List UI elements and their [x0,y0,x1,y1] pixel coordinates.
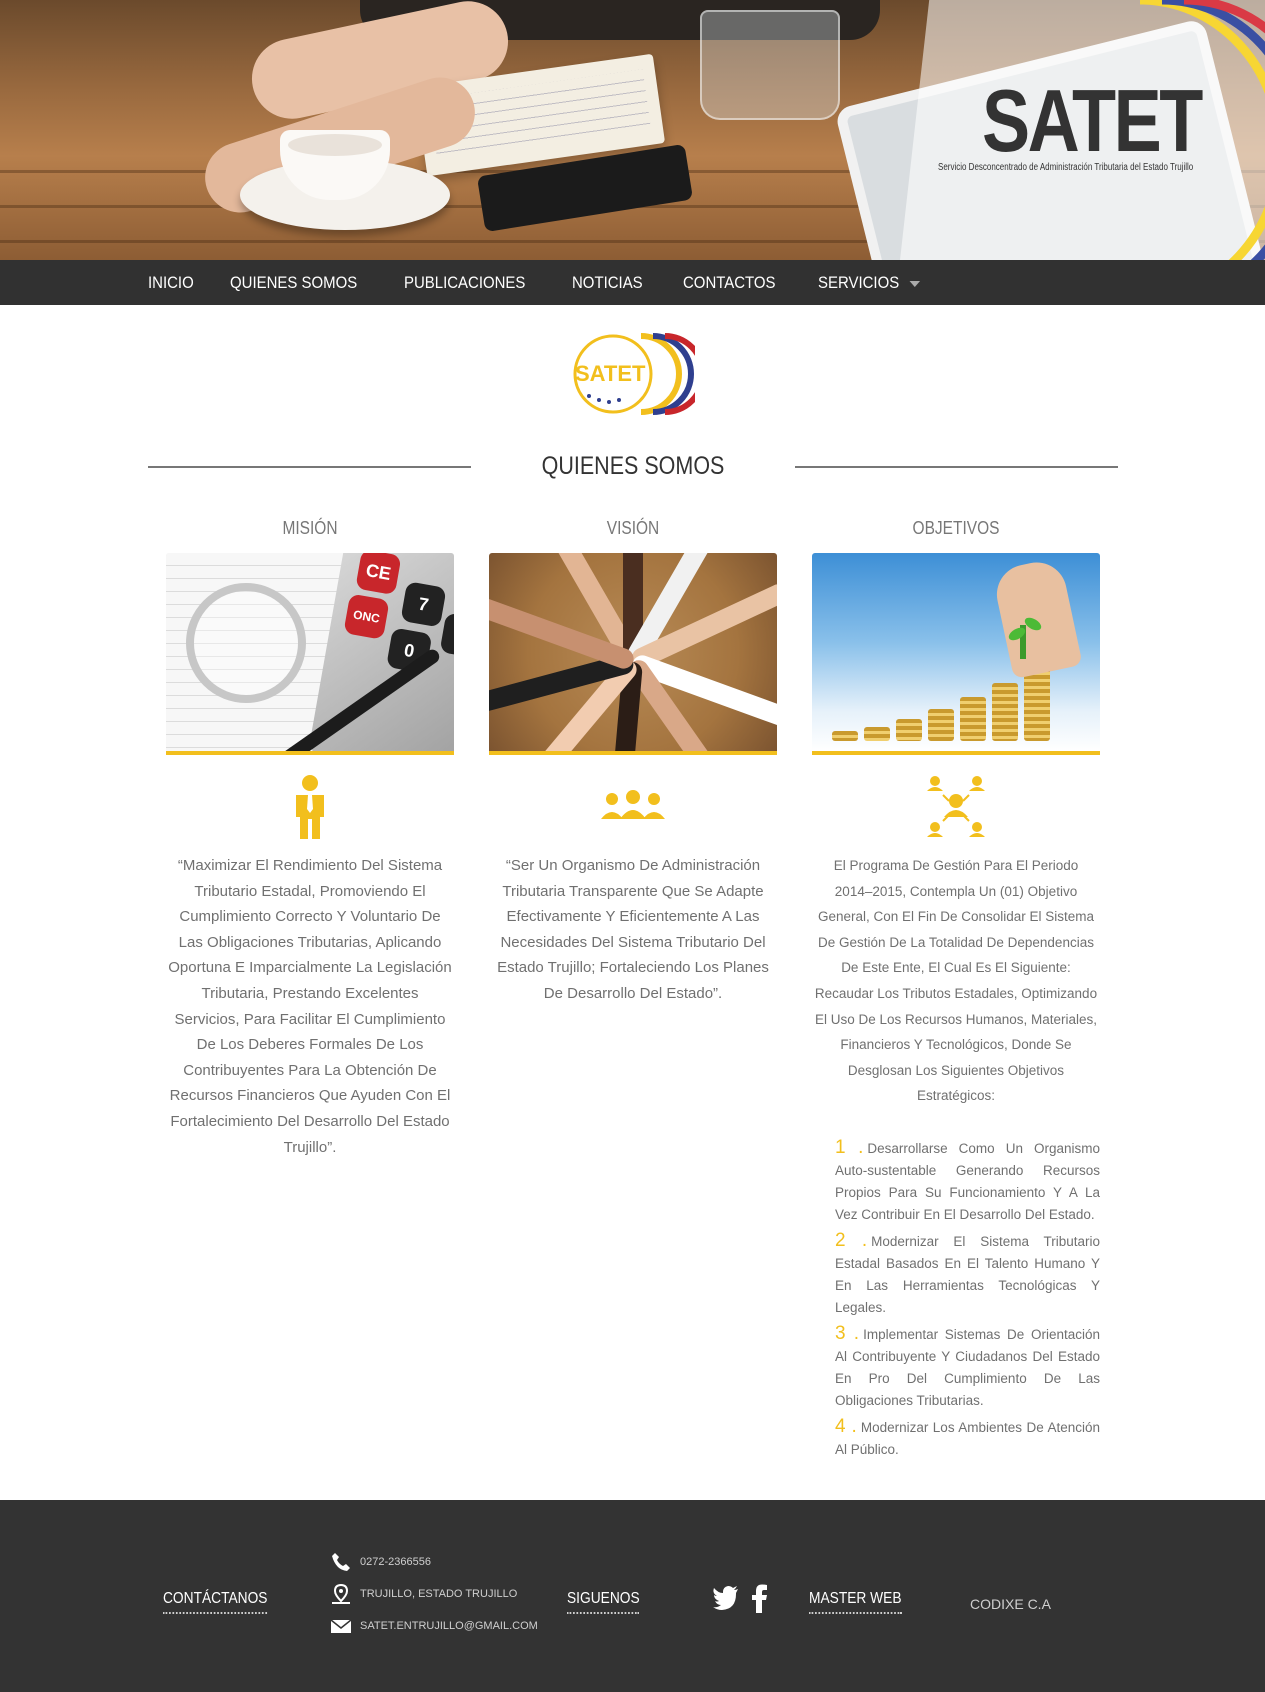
objective-number: 2 . [835,1229,868,1251]
nav-item-servicios-label: SERVICIOS [817,273,900,292]
list-item: 1 . Desarrollarse Como Un Organismo Auto-… [835,1137,1100,1226]
mision-text: “Maximizar El Rendimiento Del Sistema Tr… [168,857,452,1156]
nav-menu: INICIO QUIENES SOMOS PUBLICACIONES NOTIC… [148,260,964,305]
twitter-icon[interactable] [712,1583,740,1611]
hero-brand: SATET [982,71,1203,170]
nav-item-inicio[interactable]: INICIO [148,260,194,305]
mision-photo: CE ONC 7 0 4 [166,553,454,751]
objetivos-text: El Programa De Gestión Para El Periodo 2… [814,858,1098,1104]
objective-text: Modernizar El Sistema Tributario Estadal… [835,1233,1100,1315]
satet-logo: SATET [573,333,695,415]
section-header: QUIENES SOMOS [148,448,1118,484]
footer-email[interactable]: SATET.ENTRUJILLO@GMAIL.COM [330,1610,538,1642]
objetivos-photo [812,553,1100,751]
footer-contact-list: 0272-2366556 TRUJILLO, ESTADO TRUJILLO S… [330,1546,538,1642]
glass-image [700,10,840,120]
objective-text: Implementar Sistemas De Orientación Al C… [835,1326,1101,1408]
social-links [712,1583,768,1613]
list-item: 2 . Modernizar El Sistema Tributario Esta… [835,1230,1100,1319]
hero-tagline: Servicio Desconcentrado de Administració… [938,162,1194,173]
vision-title: VISIÓN [606,518,660,538]
envelope-icon [330,1619,352,1633]
magnifier-image [186,583,306,703]
footer-address-text: TRUJILLO, ESTADO TRUJILLO [360,1588,518,1600]
vision-photo [489,553,777,751]
list-item: 4 . Modernizar Los Ambientes De Atención … [835,1416,1100,1461]
objective-text: Desarrollarse Como Un Organismo Auto-sus… [835,1140,1100,1222]
list-item: 3 . Implementar Sistemas De Orientación A… [835,1323,1100,1412]
hand-image [991,556,1083,680]
footer-email-text: SATET.ENTRUJILLO@GMAIL.COM [360,1620,538,1632]
footer-master-heading: MASTER WEB [809,1590,902,1614]
objetivos-title: OBJETIVOS [912,518,1000,538]
site-footer: CONTÁCTANOS 0272-2366556 TRUJILLO, ESTAD… [0,1500,1265,1692]
facebook-icon[interactable] [750,1583,768,1613]
objective-number: 3 . [835,1322,860,1344]
phone-icon [332,1553,350,1571]
team-icon [489,775,777,843]
accent-bar [166,751,454,755]
nav-item-noticias[interactable]: NOTICIAS [572,260,643,305]
footer-master-value[interactable]: CODIXE C.A [970,1596,1051,1612]
objective-number: 1 . [835,1136,864,1158]
mision-title: MISIÓN [282,518,338,538]
nav-item-publicaciones[interactable]: PUBLICACIONES [404,260,525,305]
accent-bar [812,751,1100,755]
divider [795,466,1118,468]
objectives-list: 1 . Desarrollarse Como Un Organismo Auto-… [812,1137,1100,1461]
footer-contact-heading: CONTÁCTANOS [163,1590,268,1614]
main-navbar: INICIO QUIENES SOMOS PUBLICACIONES NOTIC… [0,260,1265,305]
footer-follow-heading: SIGUENOS [567,1590,640,1614]
accent-bar [489,751,777,755]
hero-banner: SATET Servicio Desconcentrado de Adminis… [0,0,1265,260]
nav-item-servicios[interactable]: SERVICIOS [817,260,921,305]
vision-column: VISIÓN “Ser Un Organismo De Administraci… [489,518,777,1007]
footer-phone-text: 0272-2366556 [360,1556,431,1568]
small-logo-text: SATET [575,361,646,386]
objetivos-column: OBJETIVOS El Programa De Gestión Para El… [812,518,1100,1465]
businessman-icon [166,775,454,843]
footer-phone[interactable]: 0272-2366556 [330,1546,538,1578]
objective-text: Modernizar Los Ambientes De Atención Al … [835,1419,1100,1457]
chevron-down-icon [909,280,921,287]
network-icon [812,775,1100,843]
nav-item-contactos[interactable]: CONTACTOS [683,260,776,305]
nav-item-quienes-somos[interactable]: QUIENES SOMOS [230,260,357,305]
mision-column: MISIÓN CE ONC 7 0 4 “Maximizar El Rendim… [166,518,454,1160]
location-pin-icon [332,1583,350,1604]
objective-number: 4 . [835,1415,857,1437]
footer-address: TRUJILLO, ESTADO TRUJILLO [330,1578,538,1610]
vision-text: “Ser Un Organismo De Administración Trib… [497,857,769,1002]
